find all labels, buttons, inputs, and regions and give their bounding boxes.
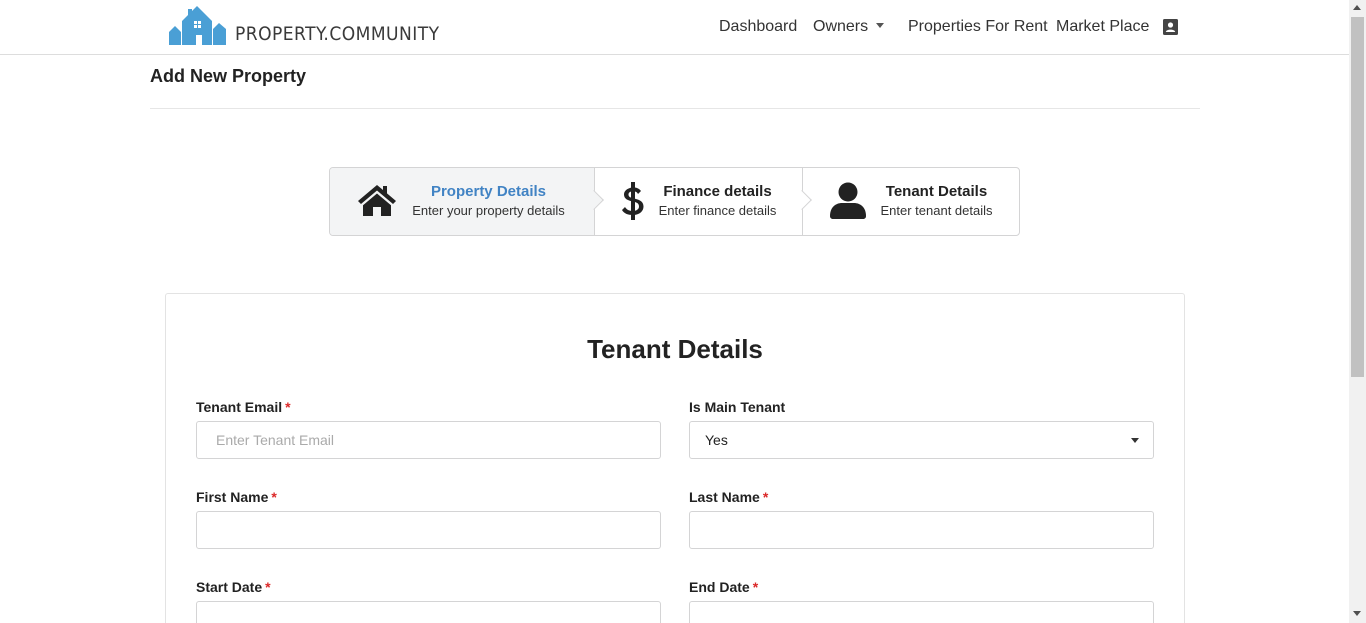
step-title: Property Details bbox=[430, 183, 547, 200]
step-description: Enter finance details bbox=[658, 203, 777, 218]
end-date-input[interactable] bbox=[689, 601, 1154, 623]
nav-owners-dropdown[interactable]: Owners bbox=[813, 18, 885, 36]
end-date-label: End Date * bbox=[689, 579, 759, 595]
scroll-down-arrow-icon[interactable] bbox=[1353, 611, 1361, 616]
nav-dashboard[interactable]: Dashboard bbox=[719, 18, 797, 36]
page-title: Add New Property bbox=[150, 66, 307, 86]
chevron-down-icon bbox=[876, 23, 885, 29]
start-date-label: Start Date * bbox=[196, 579, 271, 595]
header-divider bbox=[150, 108, 1200, 109]
dropdown-caret-icon bbox=[1131, 438, 1139, 443]
first-name-input[interactable] bbox=[196, 511, 661, 549]
nav-owners-label: Owners bbox=[813, 18, 869, 35]
contact-card-icon[interactable] bbox=[1163, 19, 1178, 40]
scrollbar-thumb[interactable] bbox=[1351, 17, 1364, 377]
last-name-input[interactable] bbox=[689, 511, 1154, 549]
user-icon bbox=[830, 182, 866, 224]
step-property-details[interactable]: Property Details Enter your property det… bbox=[330, 168, 594, 235]
home-icon bbox=[357, 183, 397, 222]
nav-properties-for-rent[interactable]: Properties For Rent bbox=[908, 18, 1048, 36]
tenant-email-label: Tenant Email * bbox=[196, 399, 291, 415]
required-marker: * bbox=[752, 579, 759, 595]
progress-stepper: Property Details Enter your property det… bbox=[329, 167, 1020, 236]
step-tenant-details[interactable]: Tenant Details Enter tenant details bbox=[803, 168, 1019, 235]
step-title: Tenant Details bbox=[885, 183, 988, 200]
required-marker: * bbox=[271, 489, 277, 505]
required-marker: * bbox=[762, 489, 769, 505]
last-name-label: Last Name * bbox=[689, 489, 769, 505]
house-logo-icon bbox=[169, 6, 226, 45]
brand-logo[interactable]: PROPERTY.COMMUNITY bbox=[169, 5, 462, 45]
step-title: Finance details bbox=[663, 183, 772, 200]
required-marker: * bbox=[285, 399, 291, 415]
step-finance-details[interactable]: Finance details Enter finance details bbox=[595, 168, 802, 235]
is-main-tenant-value: Yes bbox=[705, 432, 728, 448]
tenant-details-form: Tenant Details Tenant Email* Is Main Ten… bbox=[165, 293, 1185, 623]
is-main-tenant-select[interactable]: Yes bbox=[689, 421, 1154, 459]
required-marker: * bbox=[265, 579, 271, 595]
scroll-up-arrow-icon[interactable] bbox=[1353, 5, 1361, 10]
step-description: Enter your property details bbox=[412, 203, 565, 218]
step-description: Enter tenant details bbox=[880, 203, 993, 218]
form-title: Tenant Details bbox=[587, 334, 763, 364]
is-main-tenant-label: Is Main Tenant bbox=[689, 399, 786, 415]
nav-market-place[interactable]: Market Place bbox=[1056, 18, 1149, 36]
page-scrollbar[interactable] bbox=[1349, 0, 1366, 623]
start-date-input[interactable] bbox=[196, 601, 661, 623]
dollar-icon bbox=[621, 182, 645, 225]
first-name-label: First Name * bbox=[196, 489, 277, 505]
brand-name: PROPERTY.COMMUNITY bbox=[235, 23, 440, 45]
top-navbar: PROPERTY.COMMUNITY Dashboard Owners Prop… bbox=[0, 0, 1349, 55]
tenant-email-input[interactable] bbox=[196, 421, 661, 459]
